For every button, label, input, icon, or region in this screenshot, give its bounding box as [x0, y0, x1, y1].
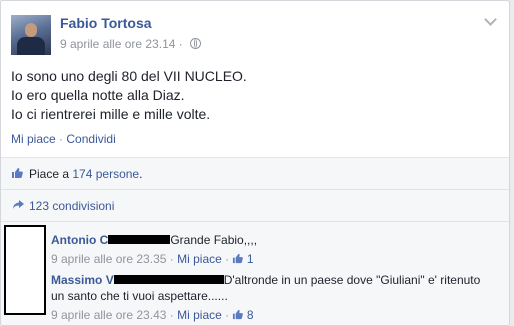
comment-meta-separator: · — [225, 308, 230, 322]
comment-body: Massimo V D'altronde in un paese dove "Gi… — [51, 273, 480, 287]
redaction-bar — [113, 275, 224, 284]
comment-body: Antonio C Grande Fabio,,,, — [51, 233, 257, 247]
actions-separator: · — [59, 132, 64, 146]
like-button[interactable]: Mi piace — [11, 132, 56, 146]
meta-separator: · — [178, 37, 187, 51]
post-actions: Mi piace · Condividi — [11, 132, 116, 146]
share-button[interactable]: Condividi — [66, 132, 115, 146]
thumbs-up-icon — [232, 309, 244, 320]
shares-link[interactable]: 123 condivisioni — [29, 199, 114, 213]
comment-meta: 9 aprile alle ore 23.35 · Mi piace · 1 — [51, 252, 254, 266]
author-name[interactable]: Fabio Tortosa — [60, 15, 152, 31]
post-text: Io sono uno degli 80 del VII NUCLEO. Io … — [11, 67, 247, 124]
comment-text: Grande Fabio,,,, — [170, 233, 258, 247]
feedback-section: Piace a 174 persone. 123 condivisioni An… — [1, 157, 509, 325]
avatar-head — [25, 23, 37, 37]
comment-meta-separator: · — [169, 308, 174, 322]
commenter-name[interactable]: Antonio — [51, 233, 96, 247]
author-avatar[interactable] — [11, 15, 51, 55]
likes-suffix: . — [139, 167, 143, 181]
likes-text: Piace a 174 persone. — [29, 167, 142, 181]
shares-row: 123 condivisioni — [1, 190, 509, 222]
comment-meta: 9 aprile alle ore 23.43 · Mi piace · 8 — [51, 308, 254, 322]
redaction-bar — [108, 235, 171, 244]
thumbs-up-icon — [232, 253, 244, 264]
comment-like-count[interactable]: 8 — [247, 308, 254, 322]
post-line: Io sono uno degli 80 del VII NUCLEO. — [11, 68, 247, 84]
comment-like-button[interactable]: Mi piace — [177, 308, 222, 322]
likes-link[interactable]: 174 persone — [72, 167, 139, 181]
comment-meta-separator: · — [225, 252, 230, 266]
comment-like-button[interactable]: Mi piace — [177, 252, 222, 266]
comment-like-count[interactable]: 1 — [247, 252, 254, 266]
likes-prefix: Piace a — [29, 167, 70, 181]
comment-text: D'altronde in un paese dove "Giuliani" e… — [223, 273, 481, 287]
post-timestamp[interactable]: 9 aprile alle ore 23.14 — [60, 37, 175, 51]
chevron-down-icon[interactable] — [484, 13, 497, 26]
post-card: Fabio Tortosa 9 aprile alle ore 23.14 · … — [0, 0, 510, 326]
avatar-body — [17, 37, 45, 55]
comment-timestamp[interactable]: 9 aprile alle ore 23.43 — [51, 308, 166, 322]
post-line: Io ci rientrerei mille e mille volte. — [11, 106, 211, 122]
commenter-name[interactable]: Massimo — [51, 273, 102, 287]
thumbs-up-icon — [11, 167, 23, 179]
comment-meta-separator: · — [169, 252, 174, 266]
share-arrow-icon — [12, 199, 24, 211]
commenter-avatar[interactable] — [4, 225, 46, 315]
commenter-name-suffix[interactable]: V — [106, 273, 114, 287]
comment-timestamp[interactable]: 9 aprile alle ore 23.35 — [51, 252, 166, 266]
likes-row: Piace a 174 persone. — [1, 158, 509, 190]
post-meta: 9 aprile alle ore 23.14 · — [60, 37, 202, 51]
post-line: Io ero quella notte alla Diaz. — [11, 87, 185, 103]
comment-text-continued: un santo che ti vuoi aspettare...... — [51, 289, 228, 303]
commenter-name-suffix[interactable]: C — [100, 233, 109, 247]
globe-icon[interactable] — [190, 38, 202, 49]
